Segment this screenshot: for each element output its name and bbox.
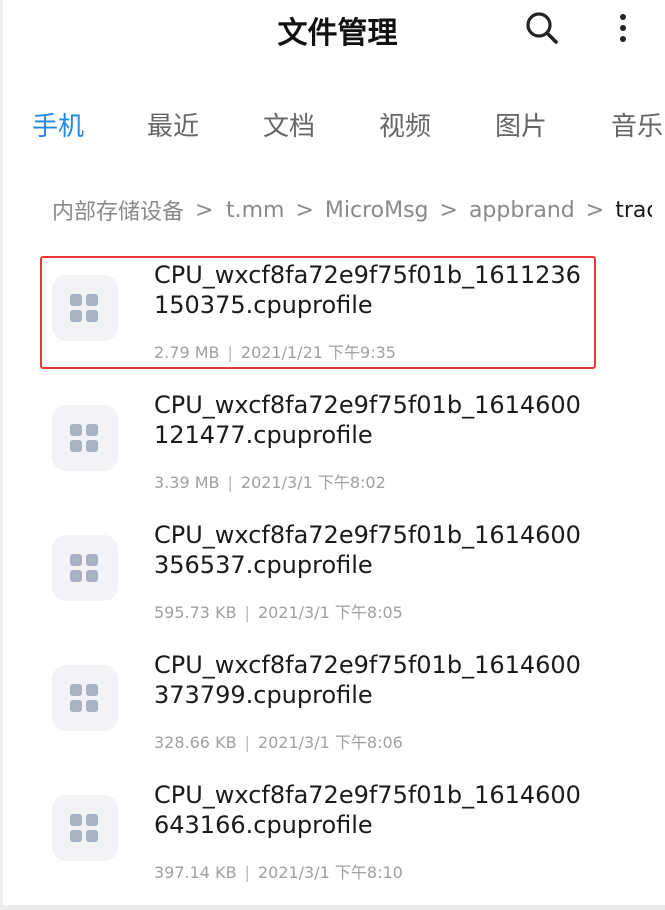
file-list-item[interactable]: CPU_wxcf8fa72e9f75f01b_1611236150375.cpu… bbox=[0, 245, 665, 365]
file-date: 2021/3/1 下午8:10 bbox=[257, 863, 403, 882]
meta-separator: | bbox=[244, 603, 250, 622]
breadcrumb-separator: > bbox=[439, 197, 458, 223]
icon-square bbox=[86, 294, 98, 306]
file-generic-icon bbox=[52, 405, 118, 471]
app-header: 文件管理 bbox=[0, 0, 665, 60]
breadcrumb-separator: > bbox=[295, 197, 314, 223]
file-size: 328.66 KB bbox=[154, 733, 237, 752]
file-generic-icon bbox=[52, 275, 118, 341]
meta-separator: | bbox=[244, 733, 250, 752]
icon-square bbox=[86, 554, 98, 566]
icon-square bbox=[70, 830, 82, 842]
icon-square bbox=[70, 700, 82, 712]
file-generic-icon bbox=[52, 665, 118, 731]
file-meta: 2.79 MB | 2021/1/21 下午9:35 bbox=[154, 339, 396, 363]
file-list-item[interactable]: CPU_wxcf8fa72e9f75f01b_1614600373799.cpu… bbox=[0, 635, 665, 755]
breadcrumb-item-tencent-mm[interactable]: ent.mm bbox=[224, 197, 284, 223]
icon-square bbox=[70, 684, 82, 696]
file-date: 2021/3/1 下午8:05 bbox=[257, 603, 403, 622]
file-meta: 595.73 KB | 2021/3/1 下午8:05 bbox=[154, 599, 403, 623]
icon-square bbox=[86, 830, 98, 842]
meta-separator: | bbox=[227, 343, 233, 362]
file-name: CPU_wxcf8fa72e9f75f01b_1614600373799.cpu… bbox=[154, 651, 581, 709]
file-name: CPU_wxcf8fa72e9f75f01b_1614600643166.cpu… bbox=[154, 781, 581, 839]
file-size: 3.39 MB bbox=[154, 473, 220, 492]
icon-square bbox=[86, 424, 98, 436]
file-date: 2021/3/1 下午8:06 bbox=[257, 733, 403, 752]
file-list-item[interactable]: CPU_wxcf8fa72e9f75f01b_1614600356537.cpu… bbox=[0, 505, 665, 625]
icon-square bbox=[86, 700, 98, 712]
file-size: 2.79 MB bbox=[154, 343, 220, 362]
breadcrumb-separator: > bbox=[195, 197, 214, 223]
more-vertical-icon[interactable] bbox=[612, 10, 636, 46]
search-icon[interactable] bbox=[522, 8, 562, 48]
breadcrumb-item-micromsg[interactable]: MicroMsg bbox=[325, 198, 429, 223]
file-list-item[interactable]: CPU_wxcf8fa72e9f75f01b_1614600121477.cpu… bbox=[0, 375, 665, 495]
file-size: 595.73 KB bbox=[154, 603, 237, 622]
breadcrumb-item-appbrand[interactable]: appbrand bbox=[469, 198, 575, 223]
breadcrumb-item-tencent-mm-label: ent.mm bbox=[224, 197, 285, 223]
tab-recent[interactable]: 最近 bbox=[147, 106, 199, 143]
file-generic-icon bbox=[52, 795, 118, 861]
file-name: CPU_wxcf8fa72e9f75f01b_1611236150375.cpu… bbox=[154, 261, 581, 319]
page-title: 文件管理 bbox=[277, 16, 398, 51]
icon-square bbox=[70, 570, 82, 582]
icon-square bbox=[70, 814, 82, 826]
tab-music[interactable]: 音乐 bbox=[611, 106, 663, 143]
icon-square bbox=[86, 570, 98, 582]
file-meta: 3.39 MB | 2021/3/1 下午8:02 bbox=[154, 469, 386, 493]
file-name: CPU_wxcf8fa72e9f75f01b_1614600356537.cpu… bbox=[154, 521, 581, 579]
breadcrumb-separator: > bbox=[585, 197, 605, 223]
icon-square bbox=[70, 554, 82, 566]
icon-square bbox=[86, 440, 98, 452]
meta-separator: | bbox=[227, 473, 233, 492]
icon-square bbox=[86, 310, 98, 322]
file-list-item[interactable]: CPU_wxcf8fa72e9f75f01b_1614600643166.cpu… bbox=[0, 765, 665, 885]
tab-images[interactable]: 图片 bbox=[495, 106, 547, 143]
icon-square bbox=[86, 814, 98, 826]
file-generic-icon bbox=[52, 535, 118, 601]
more-dot bbox=[620, 25, 626, 31]
more-dot bbox=[620, 14, 626, 20]
file-name: CPU_wxcf8fa72e9f75f01b_1614600121477.cpu… bbox=[154, 391, 581, 449]
breadcrumb-item-internal-storage[interactable]: 内部存储设备 bbox=[52, 194, 184, 224]
screen-edge-bottom bbox=[0, 905, 665, 910]
file-date: 2021/3/1 下午8:02 bbox=[240, 473, 386, 492]
icon-square bbox=[70, 310, 82, 322]
file-size: 397.14 KB bbox=[154, 863, 237, 882]
icon-square bbox=[86, 684, 98, 696]
icon-square bbox=[70, 294, 82, 306]
icon-square bbox=[70, 440, 82, 452]
breadcrumb: 内部存储设备 > ent.mm > MicroMsg > appbrand > … bbox=[52, 194, 652, 225]
icon-square bbox=[70, 424, 82, 436]
category-tabs: 手机 最近 文档 视频 图片 音乐 bbox=[0, 100, 665, 150]
file-meta: 397.14 KB | 2021/3/1 下午8:10 bbox=[154, 859, 403, 883]
file-meta: 328.66 KB | 2021/3/1 下午8:06 bbox=[154, 729, 403, 753]
breadcrumb-item-trace: trace bbox=[615, 197, 652, 223]
tab-phone[interactable]: 手机 bbox=[32, 106, 84, 143]
tab-documents[interactable]: 文档 bbox=[263, 106, 315, 143]
meta-separator: | bbox=[244, 863, 250, 882]
tab-videos[interactable]: 视频 bbox=[379, 106, 431, 143]
more-dot bbox=[620, 36, 626, 42]
file-date: 2021/1/21 下午9:35 bbox=[240, 343, 396, 362]
